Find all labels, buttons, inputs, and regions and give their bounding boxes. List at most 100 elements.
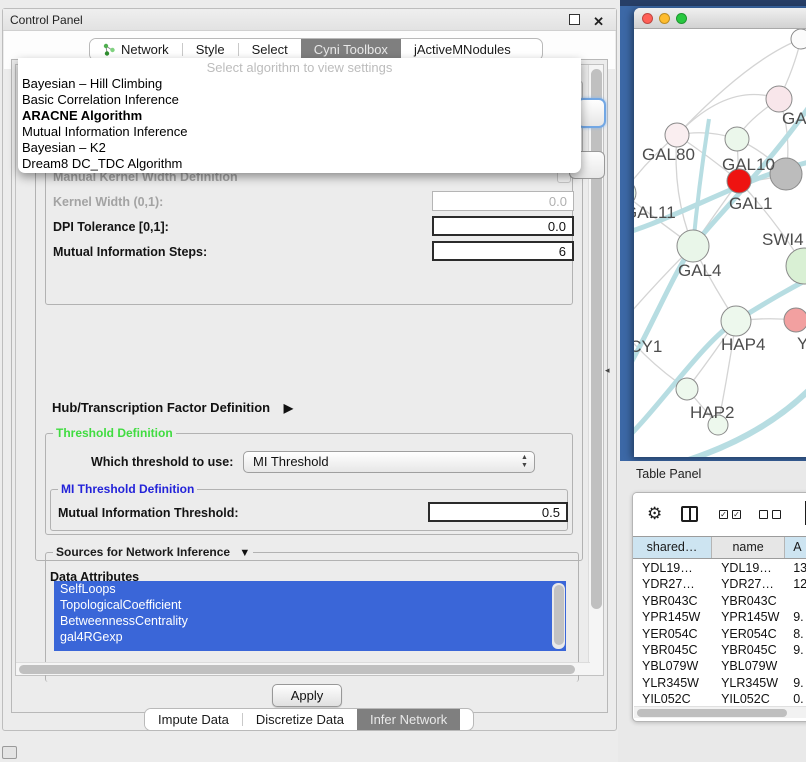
algorithm-list-item[interactable]: Basic Correlation Inference	[18, 92, 581, 108]
table-body: YDL19…YDL19…13YDR27…YDR27…12YBR043CYBR04…	[633, 560, 806, 706]
tab-impute-data[interactable]: Impute Data	[145, 709, 242, 730]
dropdown-placeholder: Select algorithm to view settings	[18, 60, 581, 76]
attribute-list-scrollbar[interactable]	[552, 583, 565, 649]
scrollbar-thumb[interactable]	[554, 585, 564, 645]
mi-steps-field[interactable]	[432, 241, 574, 261]
table-horizontal-scrollbar[interactable]	[634, 706, 806, 718]
table-cell: YPR145W	[712, 609, 785, 625]
table-cell: YER054C	[633, 626, 712, 642]
network-node[interactable]	[676, 378, 698, 400]
column-chooser-icon[interactable]	[681, 506, 698, 522]
tab-select[interactable]: Select	[239, 39, 301, 60]
table-cell: YIL052C	[712, 691, 785, 706]
network-desktop: GALGAL80GAL10GAL1GAL11GAL4SWI4HAP4YGCY1H…	[620, 0, 806, 461]
dpi-tolerance-field[interactable]	[432, 216, 574, 236]
table-cell: YBL079W	[712, 658, 785, 674]
tab-style[interactable]: Style	[183, 39, 238, 60]
network-node[interactable]	[721, 306, 751, 336]
table-panel-window: ⚙ ✓ ✓ shared… name A YDL19…YDL19…13YDR27…	[632, 492, 806, 722]
which-threshold-combo[interactable]: MI Threshold ▲▼	[243, 451, 535, 473]
algorithm-list-item[interactable]: Mutual Information Inference	[18, 124, 581, 140]
table-row[interactable]: YDL19…YDL19…13	[633, 560, 806, 576]
float-window-icon[interactable]	[569, 14, 580, 25]
scrollbar-thumb[interactable]	[637, 709, 787, 717]
table-row[interactable]: YBL079WYBL079W	[633, 658, 806, 674]
column-header-partial[interactable]: A	[785, 537, 806, 558]
deselect-all-checkbox-icon[interactable]	[759, 510, 768, 519]
tab-jactivemnodules[interactable]: jActiveMNodules	[401, 39, 524, 60]
data-attributes-list[interactable]: SelfLoopsTopologicalCoefficientBetweenne…	[54, 581, 566, 651]
network-icon	[103, 43, 116, 56]
network-window-titlebar[interactable]	[634, 8, 806, 29]
network-node[interactable]	[677, 230, 709, 262]
network-node-label: Y	[797, 334, 806, 353]
network-node-label: GAL80	[642, 145, 695, 164]
table-cell: 0.	[785, 691, 806, 706]
tab-network[interactable]: Network	[90, 39, 182, 60]
network-node[interactable]	[786, 248, 806, 284]
scrollbar-thumb[interactable]	[591, 69, 602, 609]
table-row[interactable]: YER054CYER054C8.	[633, 626, 806, 642]
network-node-label: GAL4	[678, 261, 721, 280]
table-row[interactable]: YBR045CYBR045C9.	[633, 642, 806, 658]
minimize-traffic-light-icon[interactable]	[659, 13, 670, 24]
close-icon[interactable]: ✕	[593, 11, 604, 33]
algorithm-list-item[interactable]: Dream8 DC_TDC Algorithm	[18, 156, 581, 172]
zoom-traffic-light-icon[interactable]	[676, 13, 687, 24]
settings-horizontal-scrollbar[interactable]	[16, 662, 590, 675]
which-threshold-label: Which threshold to use:	[91, 455, 233, 469]
column-header-shared-name[interactable]: shared…	[633, 537, 712, 558]
mi-threshold-label: Mutual Information Threshold:	[58, 506, 239, 520]
data-attribute-item[interactable]: gal4RGexp	[54, 629, 566, 645]
hub-definition-expander[interactable]: Hub/Transcription Factor Definition ▶	[52, 400, 293, 415]
spinner-arrows-icon[interactable]: ▲▼	[520, 454, 529, 471]
algorithm-list: Bayesian – Hill ClimbingBasic Correlatio…	[18, 76, 581, 172]
collapsed-arrow-icon[interactable]: ▶	[284, 401, 293, 415]
scrollbar-thumb[interactable]	[19, 665, 575, 674]
table-header-row: shared… name A	[633, 536, 806, 559]
table-cell: 9.	[785, 642, 806, 658]
table-cell: YBR043C	[633, 593, 712, 609]
table-cell: 8.	[785, 626, 806, 642]
tab-infer-network[interactable]: Infer Network	[357, 709, 460, 730]
algorithm-list-item[interactable]: Bayesian – K2	[18, 140, 581, 156]
network-node[interactable]	[725, 127, 749, 151]
table-cell: 12	[785, 576, 806, 592]
network-node[interactable]	[784, 308, 806, 332]
tab-discretize-data[interactable]: Discretize Data	[243, 709, 357, 730]
network-view-window: GALGAL80GAL10GAL1GAL11GAL4SWI4HAP4YGCY1H…	[634, 8, 806, 457]
gear-icon[interactable]: ⚙	[647, 504, 662, 524]
apply-button[interactable]: Apply	[272, 684, 342, 707]
tab-cyni-toolbox[interactable]: Cyni Toolbox	[301, 39, 401, 60]
data-attribute-item[interactable]: SelfLoops	[54, 581, 566, 597]
select-all-checkbox-icon[interactable]: ✓	[732, 510, 741, 519]
network-node-label: HAP2	[690, 403, 734, 422]
table-row[interactable]: YBR043CYBR043C	[633, 593, 806, 609]
table-row[interactable]: YPR145WYPR145W9.	[633, 609, 806, 625]
network-node[interactable]	[665, 123, 689, 147]
tab-label: Discretize Data	[256, 712, 344, 727]
algorithm-list-item[interactable]: Bayesian – Hill Climbing	[18, 76, 581, 92]
table-row[interactable]: YIL052CYIL052C0.	[633, 691, 806, 706]
splitter-collapse-icon[interactable]: ◂	[605, 365, 610, 376]
network-node-label: GAL10	[722, 155, 775, 174]
table-row[interactable]: YLR345WYLR345W9.	[633, 675, 806, 691]
select-all-checkbox-icon[interactable]: ✓	[719, 510, 728, 519]
table-panel-region: Table Panel ⚙ ✓ ✓ shared… name A YDL19…Y…	[618, 461, 806, 762]
data-attribute-item[interactable]: BetweennessCentrality	[54, 613, 566, 629]
column-header-name[interactable]: name	[712, 537, 785, 558]
table-cell: YPR145W	[633, 609, 712, 625]
kernel-width-field[interactable]	[432, 191, 574, 211]
expanded-arrow-icon[interactable]: ▼	[239, 546, 250, 560]
minimized-panel-icon[interactable]	[2, 746, 17, 759]
network-canvas[interactable]: GALGAL80GAL10GAL1GAL11GAL4SWI4HAP4YGCY1H…	[634, 29, 806, 457]
table-cell: YLR345W	[633, 675, 712, 691]
deselect-all-checkbox-icon[interactable]	[772, 510, 781, 519]
table-row[interactable]: YDR27…YDR27…12	[633, 576, 806, 592]
close-traffic-light-icon[interactable]	[642, 13, 653, 24]
mi-threshold-field[interactable]	[428, 502, 568, 522]
network-node[interactable]	[791, 29, 806, 49]
tab-label: Network	[121, 42, 169, 57]
data-attribute-item[interactable]: TopologicalCoefficient	[54, 597, 566, 613]
algorithm-list-item[interactable]: ARACNE Algorithm	[18, 108, 581, 124]
